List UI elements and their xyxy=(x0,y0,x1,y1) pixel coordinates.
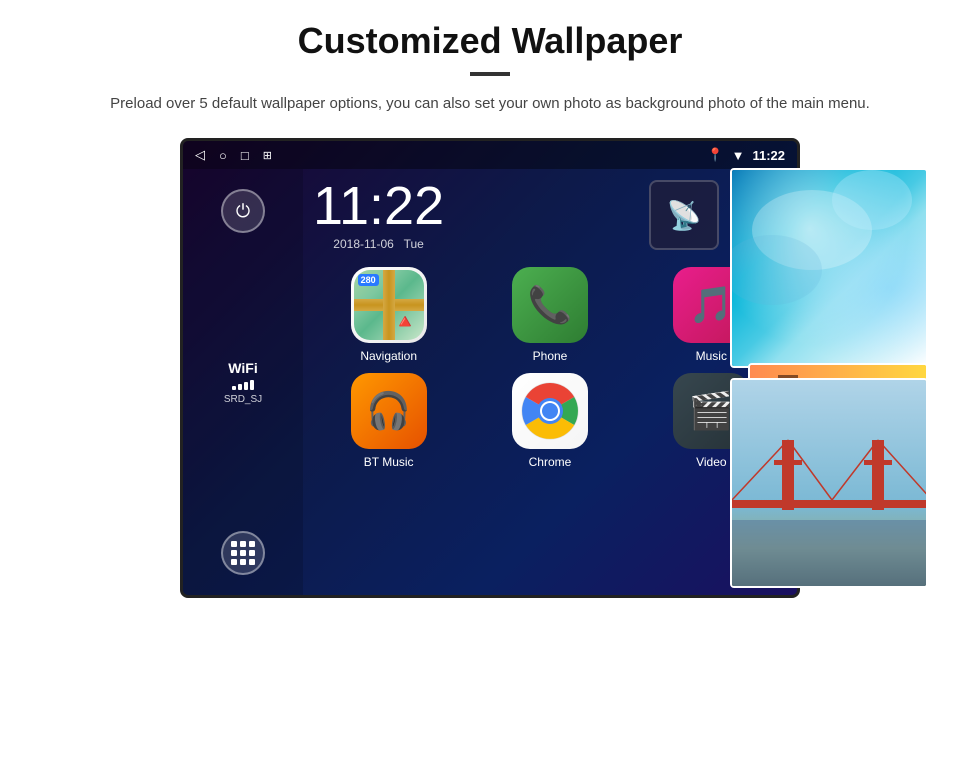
grid-dots xyxy=(231,541,255,565)
wifi-broadcast-icon: 📡 xyxy=(667,199,702,232)
page-subtitle: Preload over 5 default wallpaper options… xyxy=(110,92,870,116)
wifi-bars xyxy=(224,380,262,390)
navigation-label: Navigation xyxy=(360,349,417,363)
wifi-ssid: SRD_SJ xyxy=(224,394,262,405)
grid-dot xyxy=(240,550,246,556)
power-button[interactable]: ⏻ xyxy=(221,189,265,233)
wallpaper-stack: CarSetting xyxy=(728,168,928,588)
media-box: 📡 xyxy=(649,180,719,250)
wallpaper-ice xyxy=(730,168,928,368)
recents-icon[interactable]: □ xyxy=(241,148,249,163)
clock-section: 11:22 2018-11-06 Tue xyxy=(313,179,444,251)
page-title: Customized Wallpaper xyxy=(298,20,683,62)
clock-area: 11:22 2018-11-06 Tue 📡 ⏮ xyxy=(313,179,787,251)
device-area: ◁ ○ □ ⊞ 📍 ▼ 11:22 ⏻ WiFi xyxy=(60,138,920,598)
music-icon: 🎵 xyxy=(689,284,734,326)
grid-dot xyxy=(231,550,237,556)
status-bar-right: 📍 ▼ 11:22 xyxy=(707,147,785,163)
list-item[interactable]: 🎧 BT Music xyxy=(313,373,464,469)
list-item[interactable]: 📞 Phone xyxy=(474,267,625,363)
bt-music-app-icon[interactable]: 🎧 xyxy=(351,373,427,449)
status-bar-left: ◁ ○ □ ⊞ xyxy=(195,147,272,163)
navigation-app-icon[interactable]: 280 🔺 xyxy=(351,267,427,343)
grid-dot xyxy=(231,541,237,547)
ice-cave-bg xyxy=(732,170,926,366)
grid-dot xyxy=(231,559,237,565)
wifi-label: WiFi xyxy=(224,360,262,376)
phone-app-icon[interactable]: 📞 xyxy=(512,267,588,343)
back-icon[interactable]: ◁ xyxy=(195,147,205,163)
grid-dot xyxy=(240,559,246,565)
clock-date: 2018-11-06 Tue xyxy=(313,237,444,251)
video-label: Video xyxy=(696,455,726,469)
car-setting-label: CarSetting xyxy=(730,592,928,610)
android-screen: ◁ ○ □ ⊞ 📍 ▼ 11:22 ⏻ WiFi xyxy=(180,138,800,598)
clock-time: 11:22 xyxy=(313,179,444,233)
list-item[interactable]: Chrome xyxy=(474,373,625,469)
phone-icon: 📞 xyxy=(528,284,573,326)
grid-dot xyxy=(249,541,255,547)
chrome-app-icon[interactable] xyxy=(512,373,588,449)
phone-label: Phone xyxy=(533,349,568,363)
chrome-label: Chrome xyxy=(529,455,572,469)
nav-arrow-icon: 🔺 xyxy=(393,309,418,334)
signal-icon: ▼ xyxy=(732,148,745,163)
screenshot-icon[interactable]: ⊞ xyxy=(263,149,272,162)
wifi-bar-2 xyxy=(238,384,242,390)
wifi-section: WiFi SRD_SJ xyxy=(224,360,262,405)
wifi-bar-3 xyxy=(244,382,248,390)
grid-dot xyxy=(240,541,246,547)
screen-content: ⏻ WiFi SRD_SJ xyxy=(183,169,797,595)
ice-svg xyxy=(732,170,926,366)
grid-dot xyxy=(249,550,255,556)
status-bar: ◁ ○ □ ⊞ 📍 ▼ 11:22 xyxy=(183,141,797,169)
bridge-scene-bg xyxy=(732,380,926,586)
app-grid: 280 🔺 Navigation 📞 Phone xyxy=(313,267,787,469)
left-sidebar: ⏻ WiFi SRD_SJ xyxy=(183,169,303,595)
bt-music-label: BT Music xyxy=(364,455,414,469)
page: Customized Wallpaper Preload over 5 defa… xyxy=(0,0,980,758)
nav-badge: 280 xyxy=(358,274,379,286)
nav-icon-inner: 280 🔺 xyxy=(354,270,424,340)
bluetooth-music-icon: 🎧 xyxy=(366,390,411,432)
main-screen: 11:22 2018-11-06 Tue 📡 ⏮ xyxy=(303,169,797,595)
video-icon: 🎬 xyxy=(689,390,734,432)
wallpaper-bridge xyxy=(730,378,928,588)
wifi-bar-4 xyxy=(250,380,254,390)
music-label: Music xyxy=(696,349,727,363)
grid-dot xyxy=(249,559,255,565)
apps-grid-button[interactable] xyxy=(221,531,265,575)
status-time: 11:22 xyxy=(752,148,785,163)
location-icon: 📍 xyxy=(707,147,723,163)
title-divider xyxy=(470,72,510,76)
home-icon[interactable]: ○ xyxy=(219,148,227,163)
list-item[interactable]: 280 🔺 Navigation xyxy=(313,267,464,363)
chrome-svg xyxy=(520,381,580,441)
bridge-svg xyxy=(732,380,926,586)
wifi-bar-1 xyxy=(232,386,236,390)
